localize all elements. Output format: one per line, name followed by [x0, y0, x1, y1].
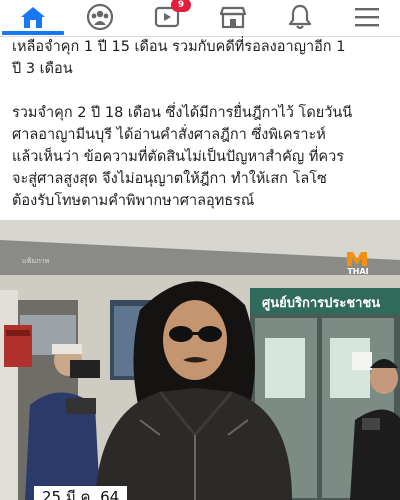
building-sign: ศูนย์บริการประชาชน — [262, 296, 381, 311]
home-icon — [21, 7, 45, 28]
groups-icon — [86, 3, 114, 31]
photo-scene — [0, 220, 400, 500]
post-paragraph: เหลือจำคุก 1 ปี 15 เดือน รวมกับคดีที่รอล… — [12, 39, 346, 77]
post-body: เหลือจำคุก 1 ปี 15 เดือน รวมกับคดีที่รอล… — [12, 36, 396, 212]
photo-watermark: แฟ้มภาพ — [22, 257, 50, 265]
channel-logo: THAI — [345, 248, 369, 278]
date-badge: 25 มี.ค. 64 — [34, 486, 128, 500]
nav-menu[interactable] — [337, 0, 397, 34]
marketplace-icon — [219, 6, 247, 29]
menu-icon — [355, 8, 379, 27]
nav-notifications[interactable] — [270, 0, 330, 34]
nav-home[interactable] — [3, 0, 63, 34]
top-nav-bar: 9 — [0, 0, 400, 37]
nav-marketplace[interactable] — [203, 0, 263, 34]
post-paragraph: รวมจำคุก 2 ปี 18 เดือน ซึ่งได้มีการยื่นฎ… — [12, 105, 353, 209]
nav-groups[interactable] — [70, 0, 130, 34]
watch-badge: 9 — [171, 0, 191, 12]
post-photo[interactable]: แฟ้มภาพ THAI ศูนย์บริการประชาชน 25 มี.ค.… — [0, 220, 400, 500]
channel-logo-icon — [347, 252, 367, 266]
nav-active-indicator — [2, 31, 64, 35]
nav-watch[interactable]: 9 — [137, 0, 197, 34]
channel-logo-text: THAI — [347, 267, 369, 276]
notifications-icon — [288, 4, 312, 30]
